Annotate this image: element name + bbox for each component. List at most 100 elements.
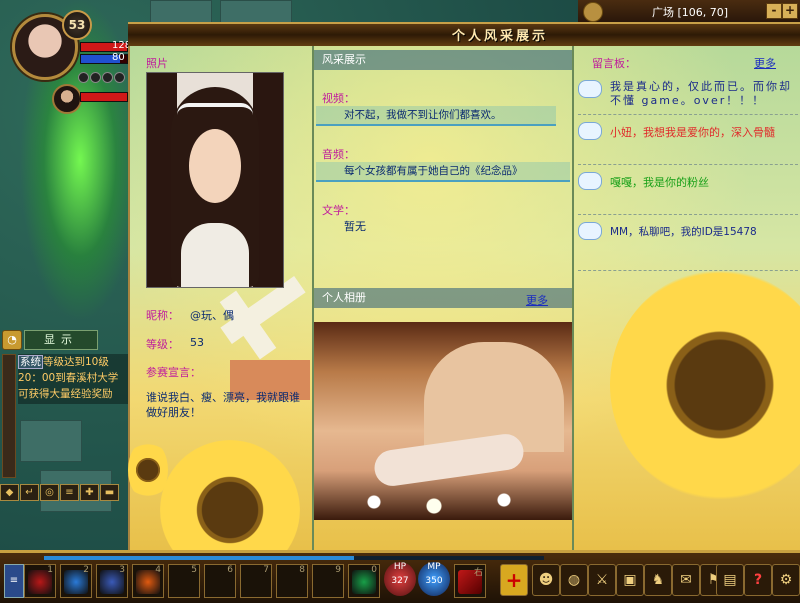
hp-potion-label: HP [393, 562, 407, 572]
album-more-link[interactable]: 更多 [526, 292, 548, 308]
add-friend-icon[interactable]: + [500, 564, 528, 596]
pet-icon[interactable]: ♞ [644, 564, 672, 596]
album-photo[interactable] [314, 322, 572, 520]
chat-reply-icon[interactable]: ↵ [20, 484, 39, 501]
character-icon[interactable]: ☻ [532, 564, 560, 596]
nickname-label: 昵称： [146, 309, 179, 322]
book-icon[interactable]: ▤ [716, 564, 744, 596]
hotbar-slot-number: 6 [227, 565, 233, 575]
chat-collapse-icon[interactable]: ▬ [100, 484, 119, 501]
help-icon[interactable]: ? [744, 564, 772, 596]
showcase-header: 风采展示 [314, 50, 572, 70]
speech-bubble-icon [578, 80, 602, 98]
chat-lock-icon[interactable]: ◎ [40, 484, 59, 501]
map-zoom-out-button[interactable]: - [766, 3, 782, 19]
map-zoom-in-button[interactable]: + [782, 3, 798, 19]
chat-log: 系统 等级达到10级 20：00到春溪村大学 可获得大量经验奖励 [18, 354, 128, 404]
message-item: MM，私聊吧，我的ID是15478 [610, 226, 757, 238]
pet-avatar[interactable] [52, 84, 82, 114]
mp-potion-label: MP [427, 562, 441, 572]
message-item: 我是真心的，仅此而已。而你却不懂 game。over！！！ [610, 80, 792, 107]
hotbar-slot-extra[interactable]: 右 [454, 564, 486, 598]
compass-icon[interactable] [583, 2, 603, 22]
audio-link[interactable]: 每个女孩都有属于她自己的《纪念品》 [316, 162, 570, 182]
message-board-more-link[interactable]: 更多 [754, 55, 776, 71]
speech-bubble-icon [578, 172, 602, 190]
quest-icon[interactable]: ✉ [672, 564, 700, 596]
skills-icon[interactable]: ⚔ [588, 564, 616, 596]
hotbar-slot-number: 8 [299, 565, 305, 575]
chat-channel-icon[interactable]: ◆ [0, 484, 19, 501]
settings-icon[interactable]: ⚙ [772, 564, 800, 596]
window-title: 个人风采展示 [452, 29, 549, 44]
level-value: 53 [190, 336, 204, 349]
declaration-text: 谁说我白、瘦、漂亮，我就跟谁做好朋友！ [146, 391, 300, 419]
hotbar-slot-number: 4 [155, 565, 161, 575]
hotbar-slot-0[interactable]: 0 [348, 564, 380, 598]
chat-line: 可获得大量经验奖励 [18, 388, 113, 400]
speech-bubble-icon [578, 222, 602, 240]
hp-potion-slot[interactable]: HP 327 [384, 562, 416, 596]
chat-bubble-icon[interactable]: ◔ [2, 330, 22, 350]
level-label: 等级： [146, 338, 179, 351]
chat-tab-display[interactable]: 显示 [24, 330, 98, 350]
declaration-label: 参赛宣言： [146, 366, 201, 379]
message-separator [578, 214, 798, 215]
player-level-badge: 53 [62, 10, 92, 40]
team-icon[interactable]: ▣ [616, 564, 644, 596]
system-tag: 系统 [18, 355, 43, 369]
hotbar-slot-9[interactable]: 9 [312, 564, 344, 598]
sunflower-decoration [128, 440, 168, 500]
floor-tile [150, 0, 212, 24]
exp-bar-fill [44, 556, 354, 560]
hotbar-slot-number: 1 [47, 565, 53, 575]
literature-label: 文学： [322, 204, 355, 217]
mp-value: 80 [112, 52, 125, 63]
floor-tile [20, 420, 82, 462]
hotbar-slot-4[interactable]: 4 [132, 564, 164, 598]
hotbar-slot-3[interactable]: 3 [96, 564, 128, 598]
bag-icon[interactable]: ◍ [560, 564, 588, 596]
hotbar-slot-6[interactable]: 6 [204, 564, 236, 598]
chat-line: 20：00到春溪村大学 [18, 372, 119, 384]
hotbar-slot-number: 9 [335, 565, 341, 575]
hp-potion-count: 327 [391, 576, 409, 586]
buff-slots [78, 72, 126, 86]
chat-expand-icon[interactable]: ✚ [80, 484, 99, 501]
chat-list-icon[interactable]: ≡ [60, 484, 79, 501]
hotbar-slot-7[interactable]: 7 [240, 564, 272, 598]
video-link[interactable]: 对不起，我做不到让你们都喜欢。 [316, 106, 556, 126]
chat-scrollbar[interactable] [2, 354, 16, 478]
literature-value: 暂无 [344, 220, 366, 233]
profile-photo[interactable] [146, 72, 284, 288]
hotbar-slot-number: 7 [263, 565, 269, 575]
speech-bubble-icon [578, 122, 602, 140]
message-separator [578, 270, 798, 271]
message-separator [578, 114, 798, 115]
hotbar-slot-number: 0 [371, 565, 377, 575]
location-readout: 广场 [106, 70] [652, 6, 729, 19]
hotbar-slot-8[interactable]: 8 [276, 564, 308, 598]
message-list: 我是真心的，仅此而已。而你却不懂 game。over！！！ 小妞，我想我是爱你的… [574, 72, 800, 272]
photo-header: 照片 [146, 57, 168, 70]
chat-toolbar: ◆ ↵ ◎ ≡ ✚ ▬ [0, 484, 120, 501]
message-item: 小妞，我想我是爱你的，深入骨髓 [610, 126, 775, 139]
hotbar-slot-number: 5 [191, 565, 197, 575]
chat-line: 系统 等级达到10级 [18, 355, 109, 369]
nickname-value: @玩、偶 [190, 309, 234, 322]
hotbar-slot-1[interactable]: 1 [24, 564, 56, 598]
mp-potion-slot[interactable]: MP 350 [418, 562, 450, 596]
floor-tile [220, 0, 292, 24]
hotbar-slot-5[interactable]: 5 [168, 564, 200, 598]
hotbar-slot-number: 3 [119, 565, 125, 575]
hotbar-slot-2[interactable]: 2 [60, 564, 92, 598]
hotbar-page-icon[interactable]: ≡ [4, 564, 24, 598]
pet-hp-bar [80, 92, 128, 102]
message-item: 嘎嘎，我是你的粉丝 [610, 176, 709, 189]
video-label: 视频： [322, 92, 355, 105]
audio-label: 音频： [322, 148, 355, 161]
hotbar-slot-number: 2 [83, 565, 89, 575]
message-separator [578, 164, 798, 165]
mp-potion-count: 350 [425, 576, 443, 586]
message-board-header: 留言板： [592, 57, 636, 70]
